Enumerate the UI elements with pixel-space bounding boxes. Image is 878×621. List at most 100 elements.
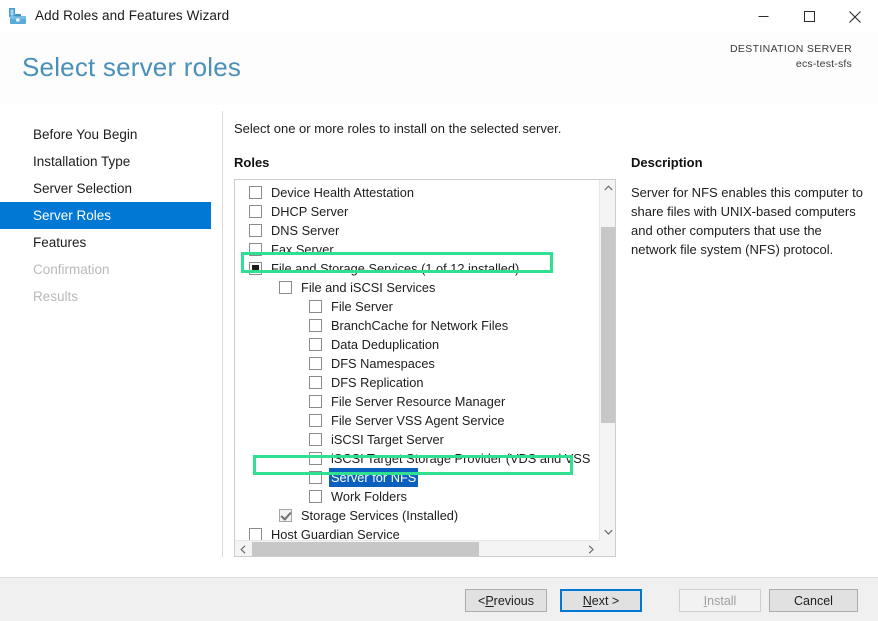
role-label: File Server VSS Agent Service <box>331 413 505 428</box>
role-row[interactable]: File Server Resource Manager <box>235 392 599 411</box>
cancel-button[interactable]: Cancel <box>769 589 858 612</box>
sidebar-item-label: Results <box>33 289 79 304</box>
role-checkbox[interactable] <box>279 281 292 294</box>
next-button[interactable]: Next > <box>560 589 642 612</box>
role-row[interactable]: Storage Services (Installed) <box>235 506 599 525</box>
scroll-right-icon[interactable] <box>583 541 599 556</box>
role-label: File and Storage Services (1 of 12 insta… <box>271 261 520 276</box>
sidebar-item-label: Confirmation <box>33 262 110 277</box>
sidebar-item-features[interactable]: Features <box>0 229 222 256</box>
role-checkbox[interactable] <box>309 414 322 427</box>
role-label: Server for NFS <box>329 468 419 487</box>
role-label: File Server Resource Manager <box>331 394 506 409</box>
role-row[interactable]: iSCSI Target Storage Provider (VDS and V… <box>235 449 599 468</box>
role-checkbox[interactable] <box>249 262 262 275</box>
role-label: iSCSI Target Server <box>331 432 444 447</box>
role-label: BranchCache for Network Files <box>331 318 509 333</box>
page-title: Select server roles <box>22 52 242 82</box>
wizard-body: Before You Begin Installation Type Server … <box>0 105 878 569</box>
destination-server-value: ecs-test-sfs <box>795 58 852 70</box>
window-title: Add Roles and Features Wizard <box>35 8 230 23</box>
role-label: Data Deduplication <box>331 337 440 352</box>
previous-button[interactable]: < Previous <box>465 589 547 612</box>
destination-server-label: DESTINATION SERVER <box>729 43 852 55</box>
button-mnemonic: I <box>703 593 708 608</box>
role-row[interactable]: File Server <box>235 297 599 316</box>
window-controls <box>740 0 878 33</box>
scroll-down-icon[interactable] <box>600 524 615 540</box>
main-panel: Select one or more roles to install on t… <box>222 105 878 569</box>
role-row[interactable]: DFS Replication <box>235 373 599 392</box>
role-checkbox[interactable] <box>309 357 322 370</box>
role-checkbox[interactable] <box>249 224 262 237</box>
sidebar-item-label: Server Selection <box>33 181 133 196</box>
install-button: Install <box>679 589 761 612</box>
wizard-step-nav: Before You Begin Installation Type Server … <box>0 121 222 310</box>
role-checkbox[interactable] <box>309 338 322 351</box>
scrollbar-corner <box>599 540 615 556</box>
roles-list-horizontal-scrollbar[interactable] <box>235 540 615 556</box>
role-row[interactable]: BranchCache for Network Files <box>235 316 599 335</box>
role-row[interactable]: DNS Server <box>235 221 599 240</box>
role-checkbox[interactable] <box>309 490 322 503</box>
button-mnemonic: P <box>485 593 494 608</box>
role-row[interactable]: Server for NFS <box>235 468 599 487</box>
role-checkbox[interactable] <box>309 471 322 484</box>
sidebar-item-server-roles[interactable]: Server Roles <box>0 202 211 229</box>
minimize-icon[interactable] <box>740 0 786 33</box>
role-row[interactable]: File and iSCSI Services <box>235 278 599 297</box>
role-row[interactable]: Device Health Attestation <box>235 183 599 202</box>
role-checkbox[interactable] <box>249 205 262 218</box>
role-label: Fax Server <box>271 242 334 257</box>
role-row[interactable]: Fax Server <box>235 240 599 259</box>
role-checkbox[interactable] <box>309 433 322 446</box>
role-checkbox[interactable] <box>249 243 262 256</box>
roles-label: Roles <box>234 155 270 170</box>
role-label: DHCP Server <box>271 204 349 219</box>
scroll-up-icon[interactable] <box>600 180 615 196</box>
role-label: DFS Namespaces <box>331 356 435 371</box>
wizard-toolbox-icon <box>9 7 28 25</box>
role-label: Device Health Attestation <box>271 185 414 200</box>
role-checkbox[interactable] <box>309 376 322 389</box>
role-row[interactable]: File and Storage Services (1 of 12 insta… <box>235 259 599 278</box>
role-checkbox[interactable] <box>249 186 262 199</box>
role-row[interactable]: File Server VSS Agent Service <box>235 411 599 430</box>
title-bar: Add Roles and Features Wizard <box>0 0 878 33</box>
role-row[interactable]: DHCP Server <box>235 202 599 221</box>
role-row[interactable]: DFS Namespaces <box>235 354 599 373</box>
sidebar-item-label: Before You Begin <box>33 127 138 142</box>
roles-list-vertical-scrollbar[interactable] <box>599 180 615 540</box>
role-row[interactable]: iSCSI Target Server <box>235 430 599 449</box>
sidebar-item-server-selection[interactable]: Server Selection <box>0 175 222 202</box>
role-checkbox[interactable] <box>309 395 322 408</box>
role-label: File Server <box>331 299 393 314</box>
horizontal-scroll-thumb[interactable] <box>252 542 479 556</box>
sidebar-item-confirmation: Confirmation <box>0 256 222 283</box>
role-checkbox <box>279 509 292 522</box>
sidebar-item-label: Features <box>33 235 87 250</box>
wizard-footer: < Previous Next > Install Cancel <box>0 578 878 621</box>
instruction-text: Select one or more roles to install on t… <box>234 121 562 136</box>
scroll-left-icon[interactable] <box>235 541 251 556</box>
sidebar-item-installation-type[interactable]: Installation Type <box>0 148 222 175</box>
maximize-icon[interactable] <box>786 0 832 33</box>
role-label: DFS Replication <box>331 375 424 390</box>
role-label: iSCSI Target Storage Provider (VDS and V… <box>331 451 591 466</box>
role-label: DNS Server <box>271 223 340 238</box>
role-checkbox[interactable] <box>309 300 322 313</box>
role-row[interactable]: Data Deduplication <box>235 335 599 354</box>
wizard-header: Select server roles DESTINATION SERVER e… <box>0 33 878 105</box>
close-icon[interactable] <box>832 0 878 33</box>
vertical-scroll-thumb[interactable] <box>601 227 615 423</box>
button-mnemonic: N <box>582 593 592 608</box>
role-row[interactable]: Work Folders <box>235 487 599 506</box>
add-roles-wizard-window: Add Roles and Features Wizard Select ser… <box>0 0 878 621</box>
roles-listbox[interactable]: Device Health Attestation DHCP Server DNS … <box>234 179 616 557</box>
role-label: Work Folders <box>331 489 407 504</box>
description-text: Server for NFS enables this computer to … <box>631 185 863 257</box>
sidebar-item-before-you-begin[interactable]: Before You Begin <box>0 121 222 148</box>
role-checkbox[interactable] <box>309 319 322 332</box>
sidebar-item-label: Installation Type <box>33 154 131 169</box>
role-checkbox[interactable] <box>309 452 322 465</box>
